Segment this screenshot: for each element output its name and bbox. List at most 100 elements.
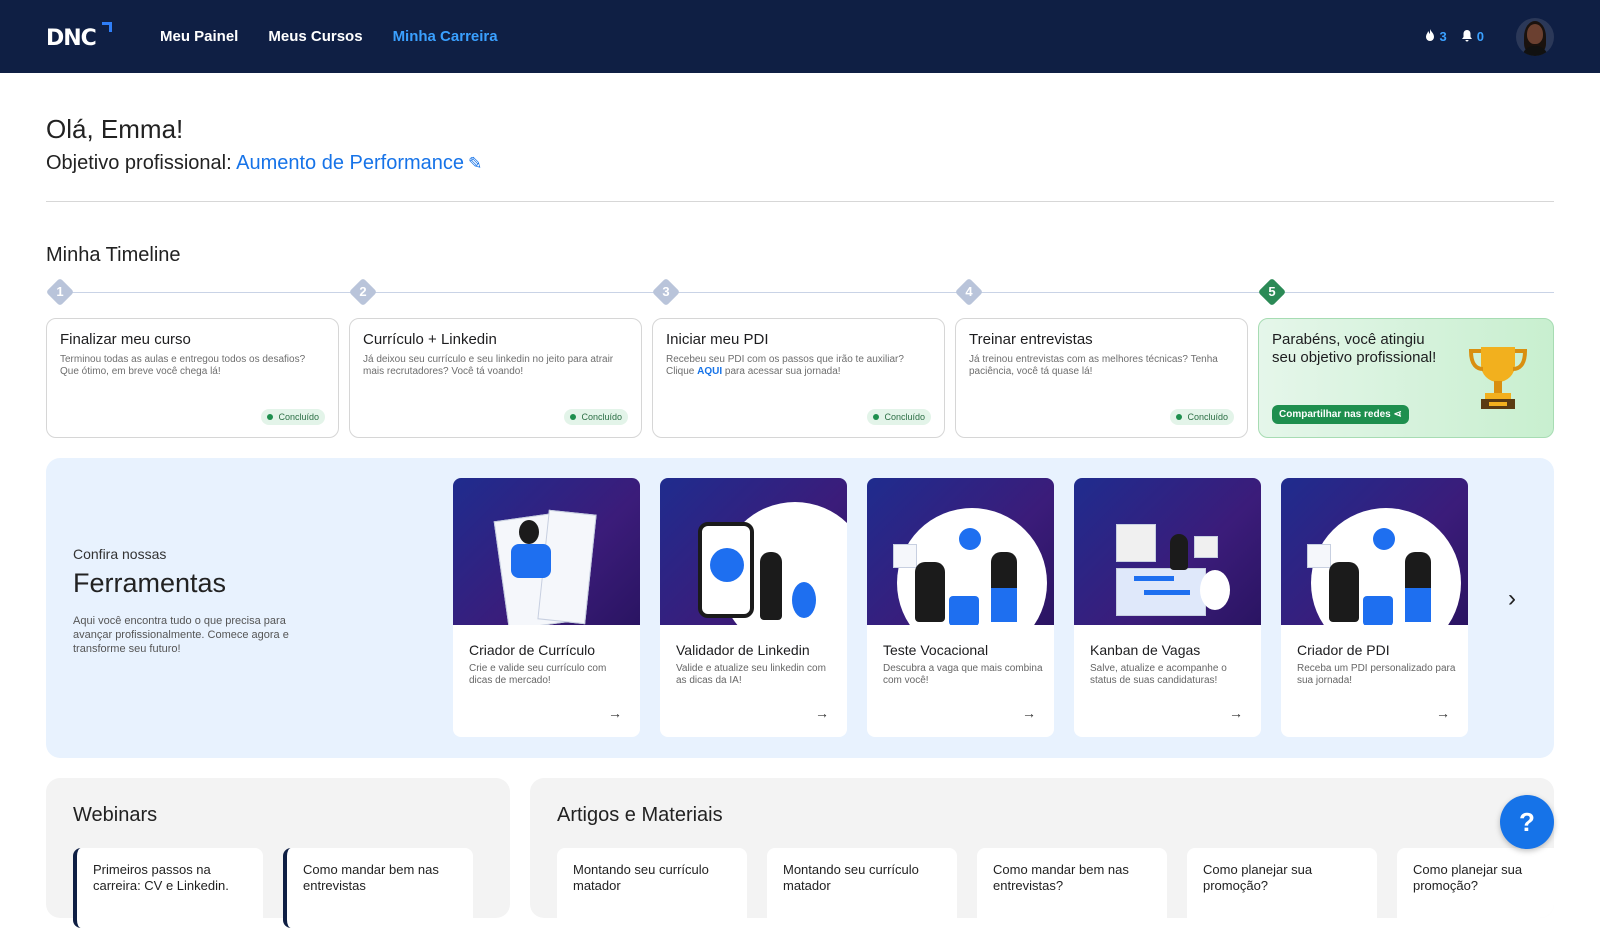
timeline-card-desc: Terminou todas as aulas e entregou todos…: [60, 354, 306, 377]
status-badge-label: Concluído: [278, 412, 319, 422]
greeting-title: Olá, Emma!: [46, 114, 184, 144]
timeline-line: [62, 292, 1554, 293]
logo-mark-icon: [102, 22, 112, 32]
nav-minha-carreira[interactable]: Minha Carreira: [393, 28, 498, 45]
career-objective: Objetivo profissional: Aumento de Perfor…: [46, 152, 482, 175]
webinar-card[interactable]: Primeiros passos na carreira: CV e Linke…: [73, 848, 263, 928]
dnc-logo[interactable]: DNC: [46, 22, 116, 52]
main-nav: Meu Painel Meus Cursos Minha Carreira: [160, 0, 498, 73]
timeline-step-3-marker: 3: [651, 277, 681, 307]
share-button-label: Compartilhar nas redes: [1279, 409, 1391, 420]
tool-card-validador-linkedin[interactable]: Validador de Linkedin Valide e atualize …: [660, 478, 847, 737]
desc-text: para acessar sua jornada!: [722, 366, 841, 377]
tool-card-desc: Crie e valide seu currículo com dicas de…: [469, 663, 607, 686]
tools-title: Ferramentas: [73, 568, 227, 598]
article-card[interactable]: Como planejar sua promoção?: [1397, 848, 1554, 918]
status-dot-icon: [267, 414, 274, 420]
step-number: 3: [662, 284, 670, 299]
arrow-right-icon[interactable]: →: [815, 705, 829, 721]
timeline-card-treinar-entrevistas[interactable]: Treinar entrevistas Já treinou entrevist…: [955, 318, 1248, 438]
tool-illustration-kanban: [1074, 478, 1261, 625]
tool-illustration-resume: [453, 478, 640, 625]
share-button[interactable]: Compartilhar nas redes ⋖: [1272, 405, 1409, 424]
timeline-step-2-marker: 2: [348, 277, 378, 307]
tools-section: Confira nossas Ferramentas Aqui você enc…: [46, 458, 1554, 758]
status-badge-label: Concluído: [1187, 412, 1228, 422]
tool-card-title: Criador de Currículo: [469, 642, 596, 658]
timeline-step-4-marker: 4: [954, 277, 984, 307]
tool-card-criador-curriculo[interactable]: Criador de Currículo Crie e valide seu c…: [453, 478, 640, 737]
trophy-icon: [1467, 343, 1529, 413]
streak-counter[interactable]: 3: [1424, 28, 1447, 45]
timeline-card-title: Currículo + Linkedin: [363, 331, 497, 348]
arrow-right-icon[interactable]: →: [1022, 705, 1036, 721]
logo-text: DNC: [46, 26, 97, 51]
status-badge: Concluído: [867, 409, 931, 425]
objective-value[interactable]: Aumento de Performance: [236, 152, 464, 174]
timeline-card-objetivo-atingido: Parabéns, você atingiu seu objetivo prof…: [1258, 318, 1554, 438]
tool-card-teste-vocacional[interactable]: Teste Vocacional Descubra a vaga que mai…: [867, 478, 1054, 737]
timeline-card-desc: Já deixou seu currículo e seu linkedin n…: [363, 354, 614, 377]
timeline-title: Minha Timeline: [46, 244, 181, 266]
tool-illustration-pdi: [1281, 478, 1468, 625]
objective-label: Objetivo profissional:: [46, 152, 237, 174]
bell-icon: [1461, 29, 1473, 45]
timeline-step-5-marker: 5: [1257, 277, 1287, 307]
tools-description: Aqui você encontra tudo o que precisa pa…: [73, 615, 289, 655]
tool-card-desc: Valide e atualize seu linkedin com as di…: [676, 663, 826, 686]
flame-icon: [1424, 28, 1436, 45]
help-button[interactable]: ?: [1500, 795, 1554, 849]
notifications-count: 0: [1476, 29, 1484, 44]
timeline-card-desc: Recebeu seu PDI com os passos que irão t…: [666, 354, 931, 378]
tool-card-title: Validador de Linkedin: [676, 642, 810, 658]
tool-card-title: Teste Vocacional: [883, 642, 989, 658]
timeline-card-title: Treinar entrevistas: [969, 331, 1093, 348]
tool-card-desc: Salve, atualize e acompanhe o status de …: [1090, 663, 1227, 686]
timeline-step-1-marker: 1: [45, 277, 75, 307]
article-card[interactable]: Como mandar bem nas entrevistas?: [977, 848, 1167, 918]
status-badge: Concluído: [261, 409, 325, 425]
tool-card-title: Kanban de Vagas: [1090, 642, 1201, 658]
user-avatar[interactable]: [1516, 17, 1554, 56]
timeline-card-desc: Já treinou entrevistas com as melhores t…: [969, 354, 1218, 377]
tool-card-criador-pdi[interactable]: Criador de PDI Receba um PDI personaliza…: [1281, 478, 1468, 737]
arrow-right-icon[interactable]: →: [1229, 705, 1243, 721]
tool-illustration-linkedin: [660, 478, 847, 625]
status-dot-icon: [1176, 414, 1183, 420]
timeline-card-finalizar-curso[interactable]: Finalizar meu curso Terminou todas as au…: [46, 318, 339, 438]
article-card[interactable]: Montando seu currículo matador: [557, 848, 747, 918]
tools-pretitle: Confira nossas: [73, 546, 167, 562]
step-number: 1: [56, 284, 64, 299]
step-number: 4: [965, 284, 973, 299]
nav-meus-cursos[interactable]: Meus Cursos: [268, 28, 362, 45]
tool-card-desc: Descubra a vaga que mais combina com voc…: [883, 663, 1043, 686]
pdi-aqui-link[interactable]: AQUI: [697, 366, 722, 377]
status-badge-label: Concluído: [884, 412, 925, 422]
nav-meu-painel[interactable]: Meu Painel: [160, 28, 238, 45]
webinars-panel: Webinars Primeiros passos na carreira: C…: [46, 778, 510, 928]
webinar-card[interactable]: Como mandar bem nas entrevistas: [283, 848, 473, 928]
status-dot-icon: [873, 414, 880, 420]
tool-card-desc: Receba um PDI personalizado para sua jor…: [1297, 663, 1456, 686]
arrow-right-icon[interactable]: →: [608, 705, 622, 721]
timeline-card-title: Iniciar meu PDI: [666, 331, 769, 348]
articles-panel: Artigos e Materiais Montando seu currícu…: [530, 778, 1554, 918]
timeline-card-curriculo-linkedin[interactable]: Currículo + Linkedin Já deixou seu currí…: [349, 318, 642, 438]
article-card[interactable]: Como planejar sua promoção?: [1187, 848, 1377, 918]
streak-count: 3: [1439, 29, 1447, 44]
webinars-title: Webinars: [73, 804, 158, 826]
arrow-right-icon[interactable]: →: [1436, 705, 1450, 721]
chevron-right-icon[interactable]: ›: [1508, 585, 1516, 613]
article-card[interactable]: Montando seu currículo matador: [767, 848, 957, 918]
tool-illustration-vocational: [867, 478, 1054, 625]
section-divider: [46, 201, 1554, 202]
timeline-card-iniciar-pdi[interactable]: Iniciar meu PDI Recebeu seu PDI com os p…: [652, 318, 945, 438]
edit-pencil-icon[interactable]: ✎: [468, 154, 482, 173]
step-number: 5: [1268, 284, 1276, 299]
timeline-card-title: Finalizar meu curso: [60, 331, 191, 348]
timeline-card-title: Parabéns, você atingiu seu objetivo prof…: [1272, 331, 1437, 366]
tool-card-kanban-vagas[interactable]: Kanban de Vagas Salve, atualize e acompa…: [1074, 478, 1261, 737]
notifications-button[interactable]: 0: [1461, 29, 1484, 45]
top-navbar: DNC Meu Painel Meus Cursos Minha Carreir…: [0, 0, 1600, 73]
status-badge: Concluído: [564, 409, 628, 425]
